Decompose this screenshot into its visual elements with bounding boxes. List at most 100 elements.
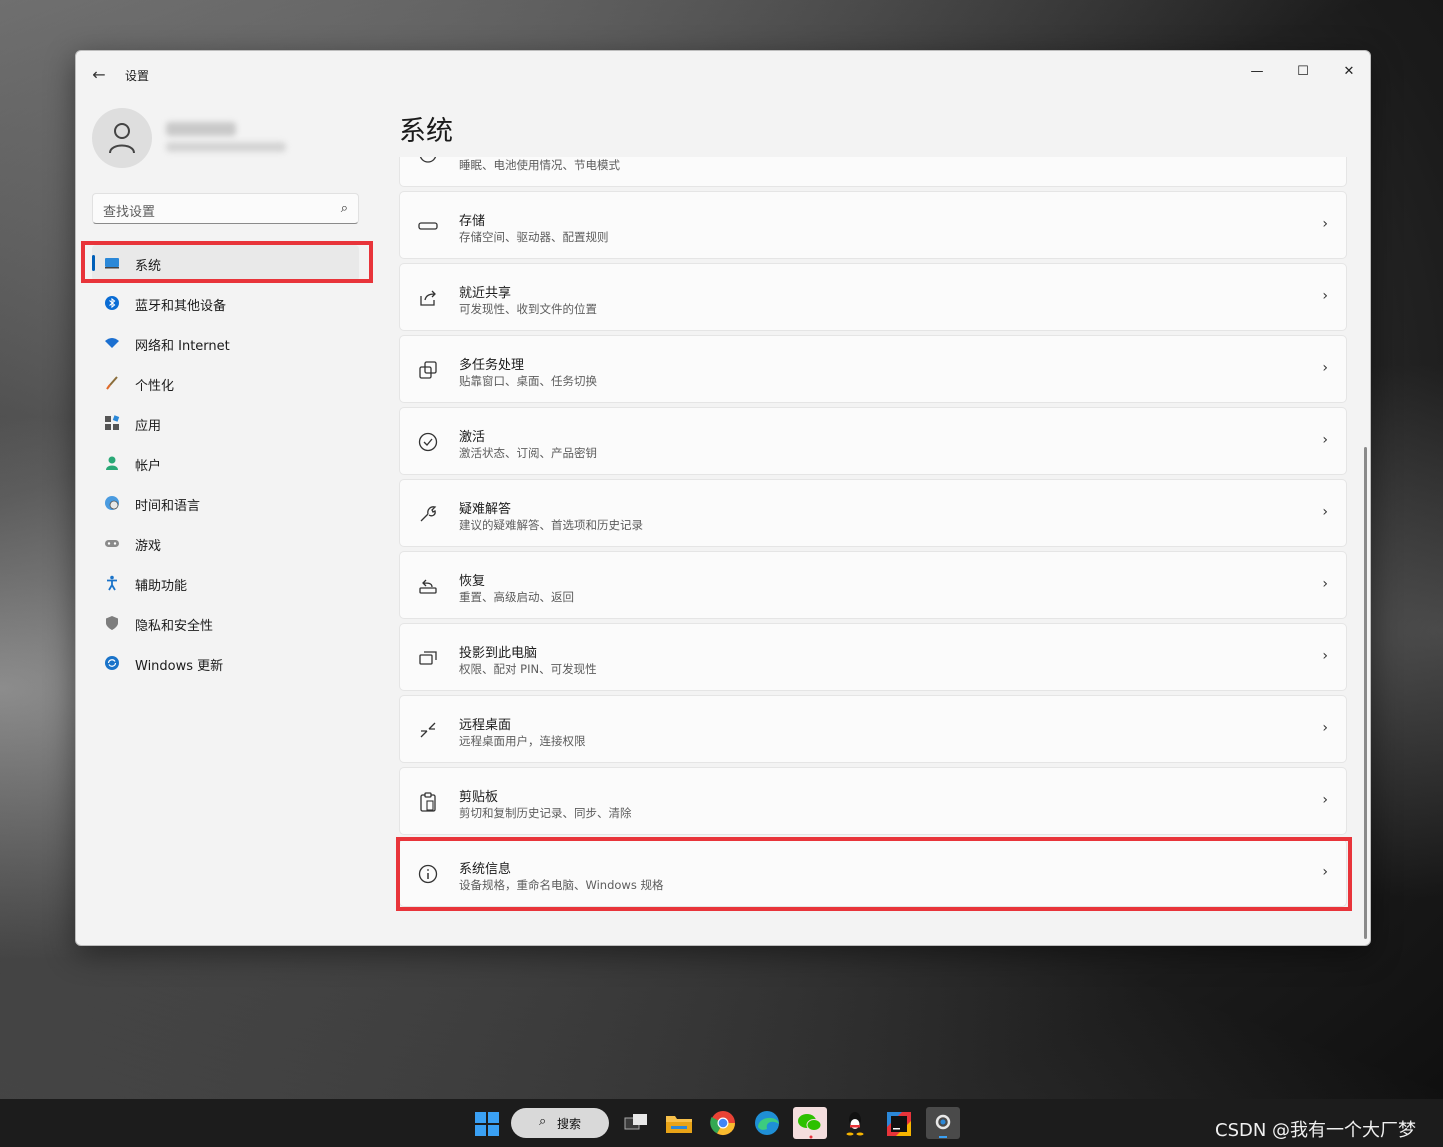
blurred-user-email [166,142,286,152]
card-title: 多任务处理 [459,358,525,373]
sidebar-item-windows-update[interactable]: Windows 更新 [92,645,359,681]
shield-icon [106,616,118,630]
settings-card-power[interactable]: 睡眠、电池使用情况、节电模式 › [399,157,1347,187]
remote-desktop-icon [420,722,436,738]
search-placeholder: 查找设置 [103,205,156,220]
card-subtitle: 建议的疑难解答、首选项和历史记录 [459,518,643,532]
taskbar-search-label: 搜索 [557,1117,582,1131]
recovery-icon [419,579,437,594]
back-arrow-icon[interactable]: ← [88,65,110,85]
highlight-box-system [81,241,373,283]
settings-card-remote-desktop[interactable]: 远程桌面 远程桌面用户，连接权限 › [399,695,1347,763]
settings-card-recovery[interactable]: 恢复 重置、高级启动、返回 › [399,551,1347,619]
chevron-right-icon: › [1322,504,1328,520]
card-subtitle: 激活状态、订阅、产品密钥 [459,446,597,460]
maximize-button[interactable]: ☐ [1280,57,1326,87]
blurred-user-name [166,122,236,136]
sidebar-item-time-language[interactable]: 时间和语言 [92,485,359,521]
wifi-icon [105,338,119,348]
card-subtitle: 权限、配对 PIN、可发现性 [459,662,597,676]
chevron-right-icon: › [1322,360,1328,376]
card-title: 恢复 [459,574,486,589]
task-view-icon[interactable] [620,1107,654,1139]
wechat-icon[interactable] [793,1107,827,1139]
card-title: 就近共享 [459,286,512,301]
chevron-right-icon: › [1322,216,1328,232]
chevron-right-icon: › [1322,792,1328,808]
close-button[interactable]: ✕ [1326,57,1370,87]
app-title: 设置 [125,69,150,83]
card-subtitle: 重置、高级启动、返回 [459,590,574,604]
multitask-icon [419,361,437,379]
taskbar-search-button[interactable]: ⌕ 搜索 [511,1108,609,1138]
sidebar-item-privacy[interactable]: 隐私和安全性 [92,605,359,641]
sidebar-item-accessibility[interactable]: 辅助功能 [92,565,359,601]
card-title: 远程桌面 [459,718,512,733]
title-bar: ← 设置 — ☐ ✕ [76,51,1370,97]
sidebar-item-label: 应用 [135,419,162,434]
bluetooth-icon [105,296,119,310]
sidebar-item-label: 个性化 [135,379,175,394]
settings-card-storage[interactable]: 存储 存储空间、驱动器、配置规则 › [399,191,1347,259]
project-icon [419,651,437,665]
settings-icon[interactable] [926,1107,960,1139]
apps-icon [105,415,120,430]
sidebar-item-bluetooth[interactable]: 蓝牙和其他设备 [92,285,359,321]
search-icon[interactable]: ⌕ [341,201,348,216]
card-subtitle: 可发现性、收到文件的位置 [459,302,597,316]
settings-card-multitasking[interactable]: 多任务处理 贴靠窗口、桌面、任务切换 › [399,335,1347,403]
highlight-box-about [396,837,1352,911]
sidebar-item-personalization[interactable]: 个性化 [92,365,359,401]
card-title: 疑难解答 [459,502,512,517]
account-icon [106,456,118,470]
sidebar-item-apps[interactable]: 应用 [92,405,359,441]
sidebar-item-network[interactable]: 网络和 Internet [92,325,359,361]
watermark-text: CSDN @我有一个大厂梦 [1215,1120,1417,1141]
chevron-right-icon: › [1322,157,1328,160]
storage-icon [418,222,438,230]
sidebar-item-label: 游戏 [135,539,162,554]
edge-icon[interactable] [750,1107,784,1139]
sidebar-item-label: 网络和 Internet [135,339,230,354]
user-profile[interactable] [92,108,372,168]
card-title: 投影到此电脑 [459,646,538,661]
page-title: 系统 [399,116,453,147]
update-icon [105,656,119,670]
chrome-icon[interactable] [706,1107,740,1139]
scrollbar[interactable] [1364,447,1367,939]
chevron-right-icon: › [1322,576,1328,592]
card-title: 激活 [459,430,486,445]
brush-icon [106,376,118,390]
file-explorer-icon[interactable] [662,1107,696,1139]
settings-card-activation[interactable]: 激活 激活状态、订阅、产品密钥 › [399,407,1347,475]
settings-card-project-to-pc[interactable]: 投影到此电脑 权限、配对 PIN、可发现性 › [399,623,1347,691]
clipboard-icon [420,792,436,812]
sidebar-item-accounts[interactable]: 帐户 [92,445,359,481]
sidebar-item-label: 辅助功能 [135,579,188,594]
settings-card-clipboard[interactable]: 剪贴板 剪切和复制历史记录、同步、清除 › [399,767,1347,835]
sidebar-nav: 系统 蓝牙和其他设备 网络和 Internet 个性化 应用 帐户 时间和语言 [92,245,359,685]
avatar [92,108,152,168]
person-icon [109,123,135,154]
qq-icon[interactable] [838,1107,872,1139]
settings-card-nearby-sharing[interactable]: 就近共享 可发现性、收到文件的位置 › [399,263,1347,331]
card-subtitle: 睡眠、电池使用情况、节电模式 [459,158,620,172]
wrench-icon [420,506,437,522]
sidebar-item-label: 时间和语言 [135,499,201,514]
sidebar-item-label: 帐户 [135,459,162,474]
chevron-right-icon: › [1322,432,1328,448]
sidebar-item-gaming[interactable]: 游戏 [92,525,359,561]
check-circle-icon [418,432,438,452]
settings-list: 睡眠、电池使用情况、节电模式 › 存储 存储空间、驱动器、配置规则 › 就近共享… [399,157,1348,945]
sidebar-item-label: 蓝牙和其他设备 [135,299,227,314]
chevron-right-icon: › [1322,648,1328,664]
settings-card-troubleshoot[interactable]: 疑难解答 建议的疑难解答、首选项和历史记录 › [399,479,1347,547]
start-icon[interactable] [470,1107,504,1139]
chevron-right-icon: › [1322,288,1328,304]
minimize-button[interactable]: — [1234,57,1280,87]
intellij-icon[interactable] [882,1107,916,1139]
card-subtitle: 贴靠窗口、桌面、任务切换 [459,374,597,388]
share-icon [420,290,436,306]
power-icon [419,157,437,163]
search-input[interactable]: 查找设置 ⌕ [92,193,359,224]
